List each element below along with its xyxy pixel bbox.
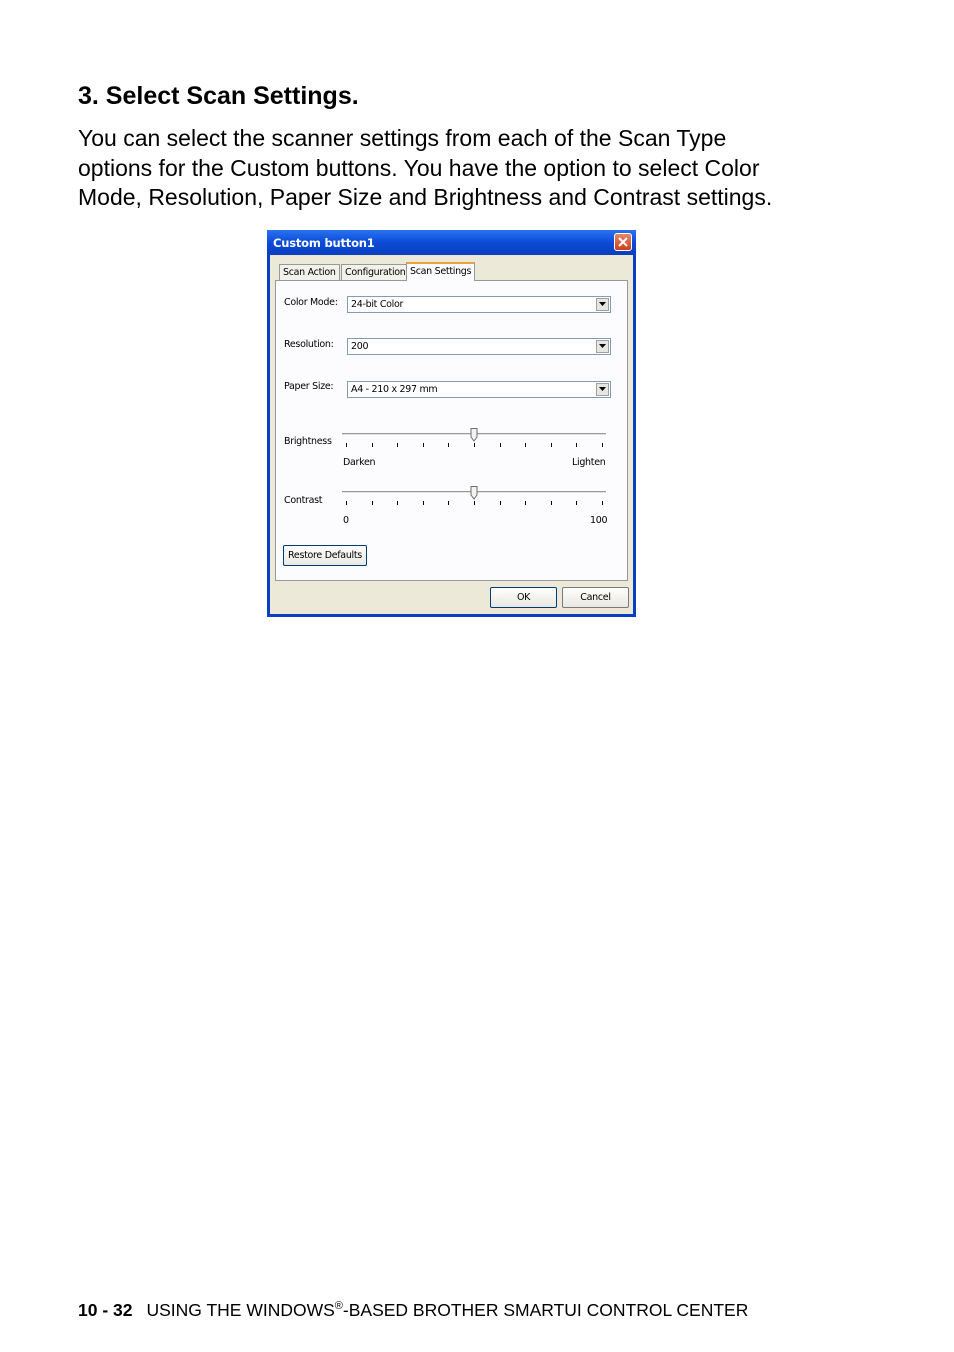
slider-tick	[372, 443, 373, 447]
slider-tick	[500, 501, 501, 505]
contrast-label: Contrast	[284, 495, 323, 506]
resolution-value: 200	[351, 341, 369, 352]
section-heading: 3. Select Scan Settings.	[78, 82, 359, 110]
chevron-down-icon	[599, 302, 606, 306]
slider-tick	[500, 443, 501, 447]
slider-tick	[423, 501, 424, 505]
color-mode-label: Color Mode:	[284, 297, 338, 308]
slider-thumb[interactable]	[470, 486, 478, 500]
color-mode-value: 24-bit Color	[351, 299, 404, 310]
brightness-min-label: Darken	[343, 457, 376, 468]
slider-thumb[interactable]	[470, 428, 478, 442]
intro-line: options for the Custom buttons. You have…	[78, 154, 760, 181]
slider-tick	[602, 443, 603, 447]
color-mode-select[interactable]: 24-bit Color	[347, 296, 611, 313]
custom-button-dialog: Custom button1 Scan Action Configuration…	[267, 230, 636, 617]
close-icon	[618, 237, 628, 247]
slider-tick	[397, 501, 398, 505]
intro-line: Mode, Resolution, Paper Size and Brightn…	[78, 184, 773, 210]
intro-line: You can select the scanner settings from…	[78, 125, 727, 151]
close-button[interactable]	[614, 233, 632, 251]
dialog-client: Scan Action Configuration Scan Settings …	[270, 255, 633, 614]
slider-tick	[423, 443, 424, 447]
slider-tick	[576, 501, 577, 505]
restore-defaults-button[interactable]: Restore Defaults	[283, 545, 367, 566]
slider-tick	[346, 501, 347, 505]
chevron-down-icon	[599, 387, 606, 391]
contrast-max-label: 100	[590, 515, 608, 526]
registered-mark: ®	[334, 1300, 343, 1312]
brightness-max-label: Lighten	[572, 457, 606, 468]
slider-tick	[576, 443, 577, 447]
scan-settings-panel: Color Mode: 24-bit Color Resolution: 200…	[275, 280, 628, 581]
slider-tick	[448, 443, 449, 447]
ok-button[interactable]: OK	[490, 587, 557, 608]
brightness-slider[interactable]	[342, 428, 606, 449]
resolution-dropdown-button[interactable]	[596, 340, 609, 353]
slider-tick	[602, 501, 603, 505]
contrast-min-label: 0	[343, 515, 349, 526]
slider-tick	[525, 443, 526, 447]
dialog-titlebar[interactable]: Custom button1	[267, 230, 636, 255]
dialog-title: Custom button1	[273, 236, 375, 250]
slider-tick	[474, 443, 475, 447]
cancel-button[interactable]: Cancel	[562, 587, 629, 608]
resolution-label: Resolution:	[284, 339, 334, 350]
slider-tick	[448, 501, 449, 505]
paper-size-value: A4 - 210 x 297 mm	[351, 384, 438, 395]
slider-tick	[372, 501, 373, 505]
paper-size-label: Paper Size:	[284, 381, 334, 392]
chevron-down-icon	[599, 344, 606, 348]
resolution-select[interactable]: 200	[347, 338, 611, 355]
page-number: 10 - 32	[78, 1300, 133, 1320]
slider-tick	[551, 501, 552, 505]
paper-size-dropdown-button[interactable]	[596, 383, 609, 396]
slider-tick	[346, 443, 347, 447]
footer-text-before: USING THE WINDOWS	[146, 1300, 335, 1320]
slider-tick	[551, 443, 552, 447]
paper-size-select[interactable]: A4 - 210 x 297 mm	[347, 381, 611, 398]
brightness-label: Brightness	[284, 436, 332, 447]
page-footer: 10 - 32 USING THE WINDOWS®-BASED BROTHER …	[78, 1300, 748, 1321]
slider-tick	[474, 501, 475, 505]
footer-text-after: -BASED BROTHER SMARTUI CONTROL CENTER	[342, 1300, 749, 1320]
tab-scan-settings[interactable]: Scan Settings	[406, 262, 476, 281]
tab-configuration[interactable]: Configuration	[341, 264, 410, 280]
intro-paragraph: You can select the scanner settings from…	[78, 124, 878, 213]
color-mode-dropdown-button[interactable]	[596, 298, 609, 311]
tab-scan-action[interactable]: Scan Action	[279, 264, 340, 280]
contrast-slider[interactable]	[342, 486, 606, 507]
slider-tick	[397, 443, 398, 447]
slider-tick	[525, 501, 526, 505]
